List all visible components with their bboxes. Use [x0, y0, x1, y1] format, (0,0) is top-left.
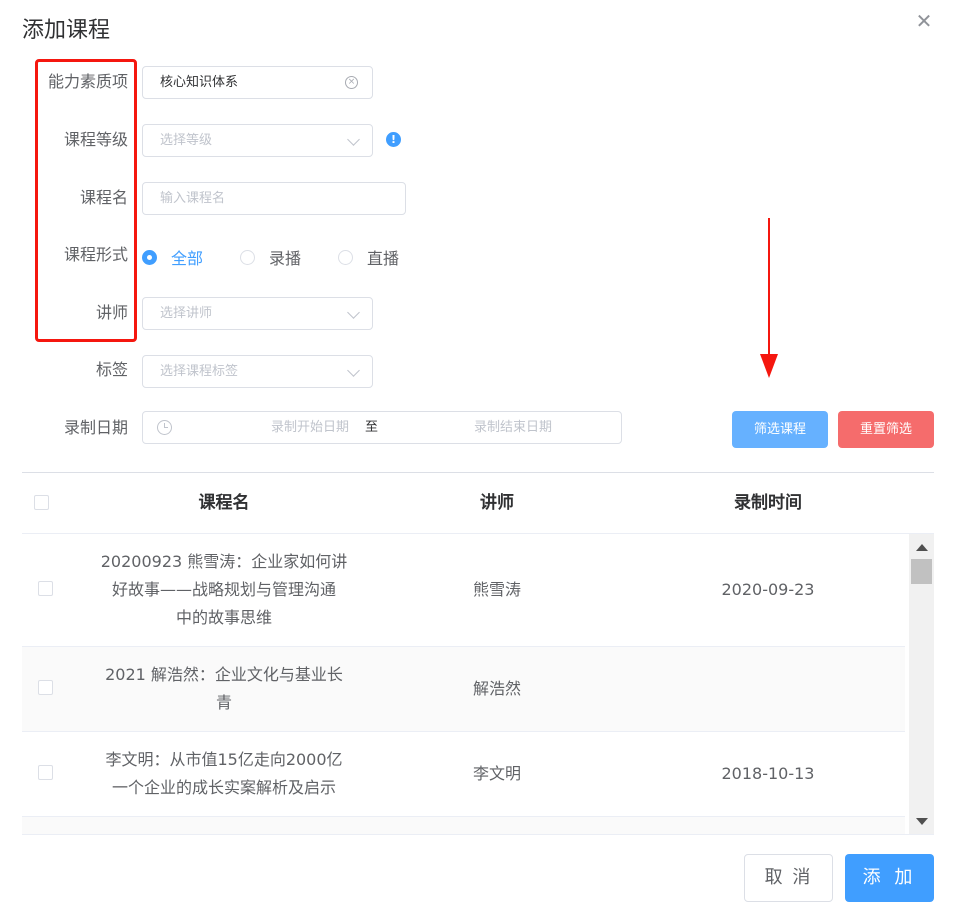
radio-circle	[240, 249, 255, 265]
date-end-placeholder[interactable]: 录制结束日期	[423, 412, 603, 443]
ability-select[interactable]: 核心知识体系 ×	[142, 66, 373, 99]
teacher-cell: 李文明	[472, 764, 521, 783]
course-name-cell: 20200923 熊雪涛：企业家如何讲 好故事——战略规划与管理沟通 中的故事思…	[82, 534, 366, 646]
table-scrollbar[interactable]	[909, 534, 934, 834]
course-name-line: 一个企业的成长实案解析及启示	[111, 778, 336, 797]
tag-select[interactable]: 选择课程标签	[142, 355, 373, 388]
clock-icon	[157, 420, 172, 435]
row-checkbox[interactable]	[38, 765, 53, 780]
radio-circle	[142, 249, 157, 265]
radio-recorded-label: 录播	[269, 249, 302, 268]
scroll-thumb[interactable]	[911, 559, 932, 584]
teacher-cell: 熊雪涛	[472, 580, 521, 599]
ability-label: 能力素质项	[47, 72, 128, 91]
row-checkbox[interactable]	[38, 680, 53, 695]
level-placeholder: 选择等级	[160, 133, 213, 148]
date-cell: 2018-10-13	[721, 764, 815, 783]
header-teacher: 讲师	[480, 493, 514, 513]
course-name-label: 课程名	[79, 188, 128, 207]
table-row[interactable]: 2021 解浩然：企业文化与基业长 青 解浩然	[22, 647, 905, 732]
scroll-up-icon[interactable]	[916, 544, 928, 551]
teacher-label: 讲师	[95, 303, 128, 322]
record-date-label: 录制日期	[63, 418, 128, 437]
table-row[interactable]: 20200923 熊雪涛：企业家如何讲 好故事——战略规划与管理沟通 中的故事思…	[22, 534, 905, 647]
info-icon[interactable]: !	[386, 132, 401, 147]
filter-button[interactable]: 筛选课程	[732, 411, 828, 448]
table-body[interactable]: 20200923 熊雪涛：企业家如何讲 好故事——战略规划与管理沟通 中的故事思…	[22, 534, 905, 834]
chevron-down-icon	[347, 133, 360, 146]
select-all-checkbox[interactable]	[34, 495, 49, 510]
radio-all[interactable]: 全部	[142, 247, 204, 268]
row-checkbox[interactable]	[38, 581, 53, 596]
chevron-down-icon	[347, 364, 360, 377]
table-header: 课程名 讲师 录制时间	[22, 473, 934, 534]
date-cell	[668, 647, 868, 731]
tag-placeholder: 选择课程标签	[160, 364, 239, 379]
date-separator: 至	[365, 420, 379, 435]
reset-button[interactable]: 重置筛选	[838, 411, 934, 448]
course-name-line: 李文明：从市值15亿走向2000亿	[105, 750, 343, 769]
annotation-arrow-head	[760, 354, 778, 378]
teacher-cell: 解浩然	[472, 679, 521, 698]
teacher-select[interactable]: 选择讲师	[142, 297, 373, 330]
scroll-down-icon[interactable]	[916, 818, 928, 825]
header-record-time: 录制时间	[734, 493, 802, 513]
date-cell: 2020-09-23	[721, 580, 815, 599]
radio-circle	[338, 249, 353, 265]
course-name-line: 好故事——战略规划与管理沟通	[111, 580, 336, 599]
radio-live[interactable]: 直播	[338, 247, 400, 268]
record-date-range[interactable]: 录制开始日期 至 录制结束日期	[142, 411, 622, 444]
teacher-placeholder: 选择讲师	[160, 306, 213, 321]
tag-label: 标签	[95, 360, 128, 379]
course-name-line: 青	[215, 693, 232, 712]
course-name-line: 20200923 熊雪涛：企业家如何讲	[100, 552, 348, 571]
cancel-button[interactable]: 取 消	[744, 854, 833, 902]
radio-live-label: 直播	[367, 249, 400, 268]
chevron-down-icon	[347, 306, 360, 319]
add-button[interactable]: 添 加	[845, 854, 934, 902]
dialog-title: 添加课程	[22, 18, 111, 43]
radio-all-label: 全部	[171, 249, 204, 268]
course-name-cell: 2021 解浩然：企业文化与基业长 青	[82, 647, 366, 731]
level-select[interactable]: 选择等级	[142, 124, 373, 157]
clear-icon[interactable]: ×	[345, 76, 358, 89]
table-row[interactable]	[22, 817, 905, 834]
course-name-placeholder: 输入课程名	[160, 191, 226, 206]
annotation-arrow	[768, 218, 770, 360]
header-course-name: 课程名	[198, 493, 250, 513]
divider	[22, 834, 934, 835]
course-name-cell: 李文明：从市值15亿走向2000亿 一个企业的成长实案解析及启示	[82, 732, 366, 816]
level-label: 课程等级	[63, 130, 128, 149]
radio-recorded[interactable]: 录播	[240, 247, 302, 268]
course-name-line: 2021 解浩然：企业文化与基业长	[105, 665, 343, 684]
course-name-line: 中的故事思维	[175, 608, 272, 627]
ability-value: 核心知识体系	[160, 75, 239, 90]
close-icon[interactable]: ✕	[914, 11, 934, 31]
course-name-input[interactable]: 输入课程名	[142, 182, 406, 215]
table-row[interactable]: 李文明：从市值15亿走向2000亿 一个企业的成长实案解析及启示 李文明 201…	[22, 732, 905, 817]
format-label: 课程形式	[63, 245, 128, 264]
